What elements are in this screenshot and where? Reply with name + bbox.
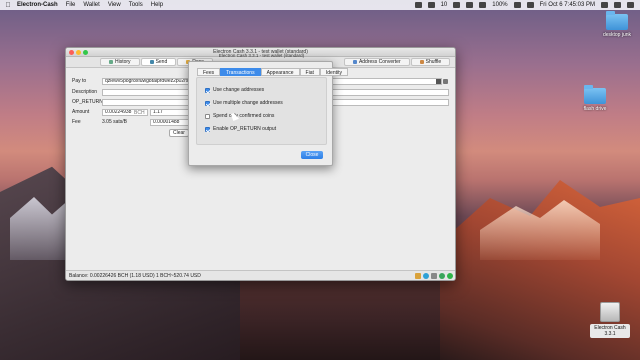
close-window-button[interactable]	[69, 50, 74, 55]
spotlight-search-icon[interactable]	[601, 2, 608, 8]
folder-open-icon[interactable]	[443, 79, 448, 84]
transactions-panel: Use change addresses Use multiple change…	[196, 77, 327, 145]
preferences-tab-bar: Fees Transactions Appearance Fiat Identi…	[197, 68, 348, 76]
apple-menu-icon[interactable]: 	[3, 2, 13, 9]
tab-label: Send	[155, 59, 168, 65]
desktop-icon-label: desktop junk	[602, 32, 632, 38]
battery-percent[interactable]: 100%	[492, 2, 507, 8]
checkbox-enable-op-return[interactable]	[205, 126, 210, 132]
menu-file[interactable]: File	[66, 2, 76, 8]
op-return-label: OP_RETURN	[72, 99, 103, 105]
status-icons	[415, 273, 453, 279]
option-label: Enable OP_RETURN output	[213, 126, 277, 132]
disk-image-icon	[600, 302, 620, 322]
traffic-lights	[69, 50, 88, 55]
network-status-icon[interactable]	[447, 273, 453, 279]
menu-wallet[interactable]: Wallet	[83, 2, 99, 8]
checkbox-use-change-addresses[interactable]	[205, 87, 210, 93]
siri-icon[interactable]	[614, 2, 621, 8]
tab-history[interactable]: History	[100, 58, 140, 66]
menu-bar:  Electron-Cash File Wallet View Tools H…	[0, 0, 640, 10]
balance-text: Balance: 0.00226426 BCH (1.18 USD) 1 BCH…	[69, 273, 201, 279]
clock[interactable]: Fri Oct 6 7:45:03 PM	[540, 2, 595, 8]
tray-badge[interactable]: 10	[441, 2, 448, 8]
notification-center-icon[interactable]	[627, 2, 634, 8]
tab-appearance[interactable]: Appearance	[260, 68, 300, 76]
lock-icon[interactable]	[415, 273, 421, 279]
fee-label: Fee	[72, 119, 81, 125]
shuffle-icon	[419, 60, 424, 64]
folder-icon	[584, 85, 606, 104]
camera-icon[interactable]	[427, 2, 435, 8]
zoom-window-button[interactable]	[83, 50, 88, 55]
desktop-folder-junk[interactable]: desktop junk	[597, 11, 637, 38]
option-use-change-addresses[interactable]: Use change addresses	[205, 87, 264, 93]
desktop-folder-flash-drive[interactable]: flash drive	[575, 85, 615, 112]
address-converter-icon	[352, 60, 357, 64]
description-label: Description	[72, 89, 98, 95]
checkbox-spend-only-confirmed[interactable]	[205, 113, 210, 119]
fee-rate: 3.05 sats/B	[102, 119, 128, 125]
bluetooth-icon[interactable]	[453, 2, 461, 8]
menu-help[interactable]: Help	[151, 2, 163, 8]
tab-send[interactable]: Send	[140, 58, 177, 66]
checkbox-use-multiple-change-addresses[interactable]	[205, 100, 210, 106]
option-spend-only-confirmed[interactable]: Spend only confirmed coins	[205, 113, 274, 119]
send-icon	[149, 60, 154, 64]
tab-transactions[interactable]: Transactions	[220, 68, 261, 76]
tab-fiat[interactable]: Fiat	[299, 68, 320, 76]
menu-extras: 10 100% Fri Oct 6 7:45:03 PM	[414, 2, 640, 8]
fee-input[interactable]: 0.00001488	[150, 119, 190, 126]
option-label: Use multiple change addresses	[213, 100, 283, 106]
fiat-amount-input[interactable]: 1.17	[150, 109, 190, 116]
close-button[interactable]: Close	[301, 151, 323, 159]
desktop-disk-electron-cash[interactable]: Electron Cash 3.3.1	[590, 302, 630, 338]
desktop-icon-label: flash drive	[583, 106, 607, 112]
pay-to-label: Pay to	[72, 78, 87, 84]
cashshuffle-icon[interactable]	[423, 273, 429, 279]
preferences-dialog: Electron Cash 3.3.1 - test wallet (stand…	[188, 53, 348, 166]
tab-address-converter[interactable]: Address Converter	[343, 58, 410, 66]
tab-identity[interactable]: Identity	[319, 68, 348, 76]
desktop-icon-label: Electron Cash 3.3.1	[590, 324, 630, 338]
seed-icon[interactable]	[439, 273, 445, 279]
option-label: Spend only confirmed coins	[213, 113, 275, 119]
tab-shuffle[interactable]: Shuffle	[410, 58, 451, 66]
minimize-window-button[interactable]	[76, 50, 81, 55]
amount-label: Amount	[72, 109, 90, 115]
qr-code-icon[interactable]	[436, 79, 441, 84]
option-use-multiple-change-addresses[interactable]: Use multiple change addresses	[205, 100, 283, 106]
amount-unit: BCH	[134, 110, 145, 116]
battery-icon[interactable]	[513, 2, 521, 8]
menu-view[interactable]: View	[108, 2, 121, 8]
dialog-subtitle: Electron Cash 3.3.1 - test wallet (stand…	[218, 53, 305, 58]
tray-app-icon[interactable]	[414, 2, 422, 8]
history-icon	[109, 60, 113, 64]
tab-fees[interactable]: Fees	[197, 68, 221, 76]
volume-icon[interactable]	[479, 2, 487, 8]
tab-label: Address Converter	[358, 59, 401, 65]
option-label: Use change addresses	[213, 87, 265, 93]
menu-tools[interactable]: Tools	[129, 2, 143, 8]
clear-button[interactable]: Clear	[169, 129, 189, 137]
tab-label: Shuffle	[425, 59, 442, 65]
folder-icon	[606, 11, 628, 30]
option-enable-op-return[interactable]: Enable OP_RETURN output	[205, 126, 276, 132]
wifi-icon[interactable]	[466, 2, 474, 8]
tab-label: History	[115, 59, 131, 65]
menu-app-name[interactable]: Electron-Cash	[17, 2, 58, 8]
preferences-icon[interactable]	[431, 273, 437, 279]
flag-icon[interactable]	[526, 2, 534, 8]
status-bar: Balance: 0.00226426 BCH (1.18 USD) 1 BCH…	[66, 270, 455, 280]
